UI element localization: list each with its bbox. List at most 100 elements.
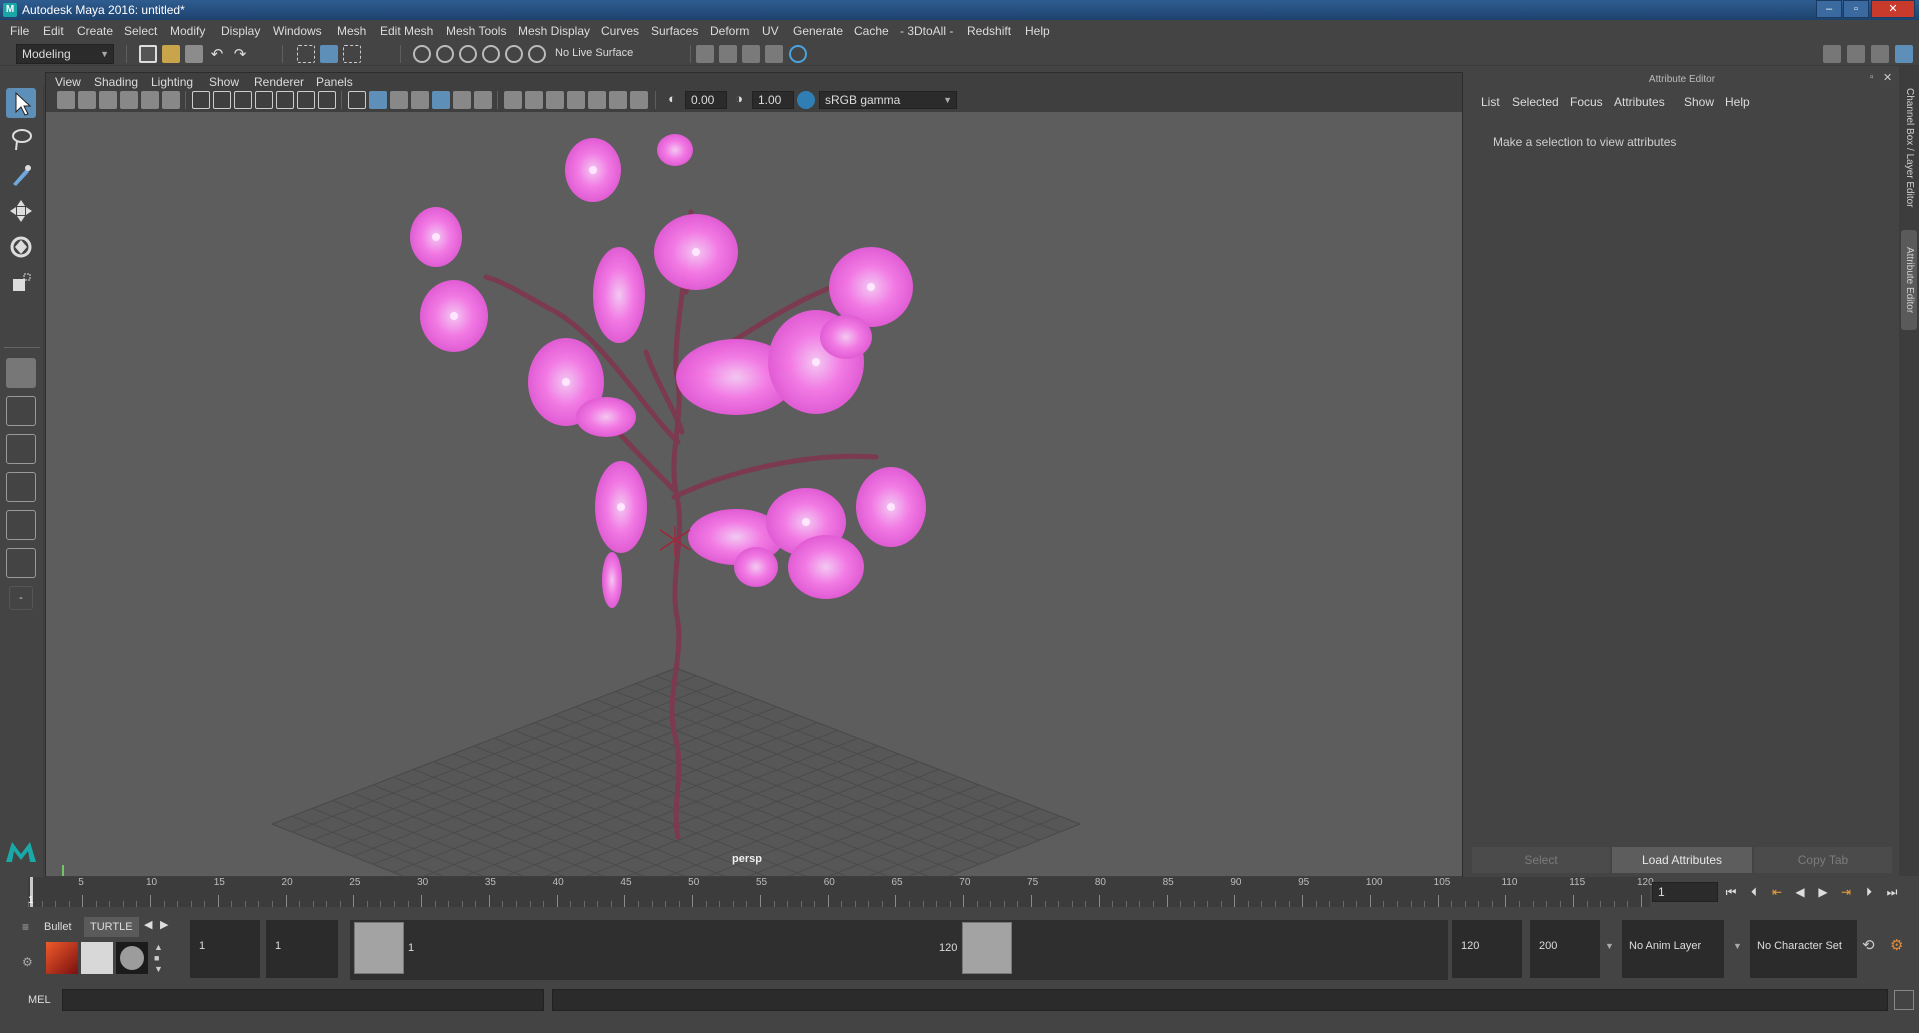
ambient-occlusion-icon[interactable] (474, 91, 492, 109)
ae-menu-show[interactable]: Show (1684, 95, 1714, 109)
select-hierarchy-icon[interactable] (297, 45, 315, 63)
ipr-render-icon[interactable] (719, 45, 737, 63)
playback-end-field[interactable]: 120 (1452, 920, 1522, 978)
workspace-layout-icon[interactable] (1823, 45, 1841, 63)
menu-mesh[interactable]: Mesh (337, 24, 366, 38)
select-tool-icon[interactable] (6, 88, 36, 118)
wireframe-icon[interactable] (348, 91, 366, 109)
safe-action-icon[interactable] (297, 91, 315, 109)
menu-select[interactable]: Select (124, 24, 157, 38)
viewport-menu-panels[interactable]: Panels (316, 75, 353, 89)
menu-mesh-tools[interactable]: Mesh Tools (446, 24, 506, 38)
rotate-tool-icon[interactable] (6, 232, 36, 262)
snap-vertex-icon[interactable] (528, 45, 546, 63)
step-forward-key-icon[interactable]: ⇥ (1837, 882, 1855, 902)
smooth-shade-icon[interactable] (369, 91, 387, 109)
time-slider[interactable]: 5 10 15 20 25 30 35 40 45 50 55 60 65 70 75 80 85 90 95 100… (28, 877, 1654, 907)
redo-icon[interactable]: ↷ (231, 45, 249, 63)
turtle-bake-icon[interactable] (81, 942, 113, 974)
viewport-menu-shading[interactable]: Shading (94, 75, 138, 89)
animation-start-field[interactable]: 1 (190, 920, 260, 978)
custom-layout-icon[interactable]: - (9, 586, 33, 610)
menu-edit[interactable]: Edit (43, 24, 64, 38)
ae-menu-selected[interactable]: Selected (1512, 95, 1559, 109)
menu-curves[interactable]: Curves (601, 24, 639, 38)
shelf-scroll-icon[interactable]: ▲ ■ ▼ (154, 942, 163, 975)
menu-display[interactable]: Display (221, 24, 260, 38)
multisample-aa-icon[interactable] (525, 91, 543, 109)
playback-start-field[interactable]: 1 (266, 920, 338, 978)
close-button[interactable]: ✕ (1871, 0, 1915, 18)
shelf-menu-icon[interactable]: ≡ (22, 920, 36, 934)
step-back-frame-icon[interactable]: ⏴ (1745, 882, 1763, 902)
render-current-frame-icon[interactable] (696, 45, 714, 63)
viewport-menu-view[interactable]: View (55, 75, 81, 89)
select-component-icon[interactable] (343, 45, 361, 63)
textured-icon[interactable] (411, 91, 429, 109)
copy-tab-button[interactable]: Copy Tab (1754, 847, 1892, 873)
lasso-tool-icon[interactable] (6, 124, 36, 154)
gamma-icon[interactable]: ◑ (730, 91, 748, 109)
menu-surfaces[interactable]: Surfaces (651, 24, 698, 38)
range-start-handle[interactable] (354, 922, 404, 974)
exposure-field[interactable]: 0.00 (685, 91, 727, 109)
gate-mask-icon[interactable] (255, 91, 273, 109)
attribute-editor-toggle-icon[interactable] (1871, 45, 1889, 63)
paint-select-tool-icon[interactable] (6, 160, 36, 190)
menu-uv[interactable]: UV (762, 24, 779, 38)
script-editor-icon[interactable] (1894, 990, 1914, 1010)
minimize-button[interactable]: – (1816, 0, 1842, 18)
menu-mesh-display[interactable]: Mesh Display (518, 24, 590, 38)
tab-attribute-editor[interactable]: Attribute Editor (1901, 230, 1917, 330)
character-set-dropdown[interactable]: No Character Set (1750, 920, 1857, 978)
select-object-icon[interactable] (320, 45, 338, 63)
step-forward-frame-icon[interactable]: ⏵ (1860, 882, 1878, 902)
menu-3dtoall[interactable]: - 3DtoAll - (900, 24, 953, 38)
render-settings-icon[interactable] (742, 45, 760, 63)
menu-generate[interactable]: Generate (793, 24, 843, 38)
hypershade-persp-layout-icon[interactable] (6, 548, 36, 578)
menu-modify[interactable]: Modify (170, 24, 205, 38)
modeling-toolkit-icon[interactable] (1847, 45, 1865, 63)
2d-pan-zoom-icon[interactable] (141, 91, 159, 109)
camera-select-icon[interactable] (57, 91, 75, 109)
open-scene-icon[interactable] (162, 45, 180, 63)
ae-select-button[interactable]: Select (1472, 847, 1610, 873)
live-surface-label[interactable]: No Live Surface (555, 47, 633, 59)
menu-edit-mesh[interactable]: Edit Mesh (380, 24, 433, 38)
snap-point-icon[interactable] (459, 45, 477, 63)
view-transform-dropdown[interactable]: sRGB gamma ▼ (819, 91, 957, 109)
snap-view-plane-icon[interactable] (482, 45, 500, 63)
exposure-icon[interactable]: ◐ (663, 91, 681, 109)
gamma-field[interactable]: 1.00 (752, 91, 794, 109)
menu-create[interactable]: Create (77, 24, 113, 38)
persp-outliner-layout-icon[interactable] (6, 434, 36, 464)
menu-set-dropdown[interactable]: Modeling ▼ (16, 44, 114, 64)
hypershade-icon[interactable] (765, 45, 783, 63)
menu-windows[interactable]: Windows (273, 24, 322, 38)
field-chart-icon[interactable] (276, 91, 294, 109)
shelf-tab-turtle[interactable]: TURTLE (84, 917, 139, 937)
animation-end-field[interactable]: 200 (1530, 920, 1600, 978)
play-forwards-icon[interactable]: ▶ (1814, 882, 1832, 902)
chevron-down-icon[interactable]: ▼ (1605, 941, 1614, 951)
film-gate-icon[interactable] (213, 91, 231, 109)
xray-joints-icon[interactable] (609, 91, 627, 109)
close-panel-icon[interactable]: ✕ (1883, 71, 1892, 84)
shadows-icon[interactable] (453, 91, 471, 109)
isolate-select-icon[interactable] (567, 91, 585, 109)
maximize-button[interactable]: ▫ (1843, 0, 1869, 18)
render-view-icon[interactable] (789, 45, 807, 63)
3d-viewport[interactable]: persp (46, 112, 1462, 876)
go-to-start-icon[interactable]: ⏮ (1722, 882, 1740, 902)
xray-components-icon[interactable] (630, 91, 648, 109)
outliner-persp-layout-icon[interactable] (6, 510, 36, 540)
scale-tool-icon[interactable] (6, 268, 36, 298)
snap-surface-icon[interactable] (505, 45, 523, 63)
shelf-tab-bullet[interactable]: Bullet (38, 917, 78, 937)
move-tool-icon[interactable] (6, 196, 36, 226)
anim-layer-dropdown[interactable]: No Anim Layer (1622, 920, 1724, 978)
ae-menu-help[interactable]: Help (1725, 95, 1750, 109)
ae-menu-list[interactable]: List (1481, 95, 1500, 109)
chevron-down-icon[interactable]: ▼ (1733, 941, 1742, 951)
